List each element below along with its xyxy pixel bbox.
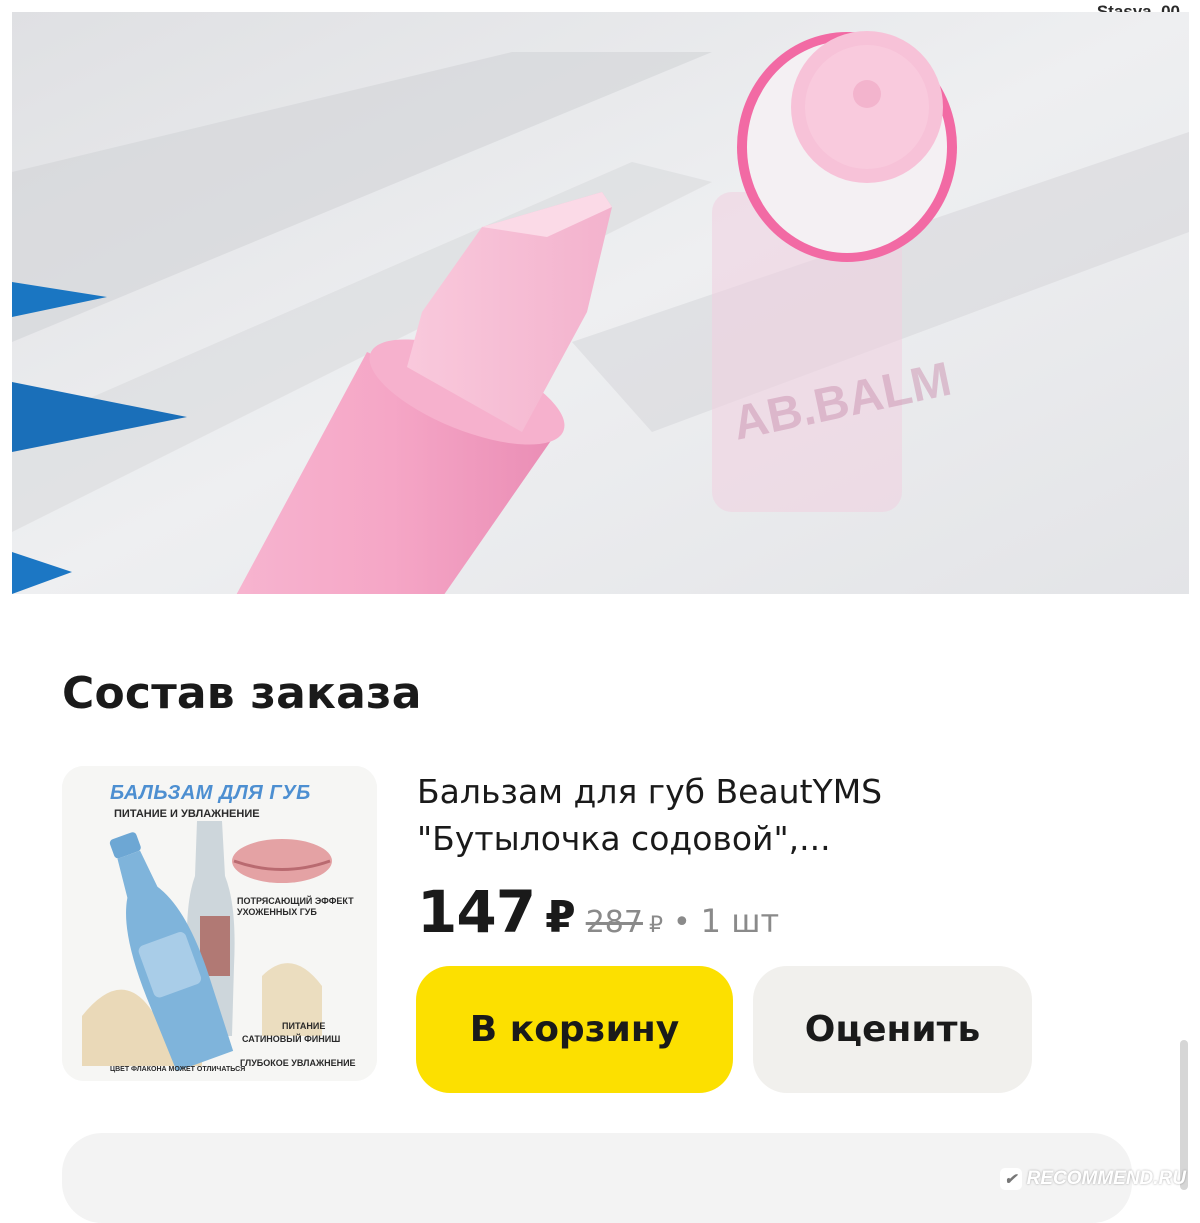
thumbnail-heading: БАЛЬЗАМ ДЛЯ ГУБ	[110, 782, 311, 804]
old-currency-symbol: ₽	[648, 913, 663, 938]
old-price: 287	[585, 905, 643, 940]
product-thumbnail[interactable]: БАЛЬЗАМ ДЛЯ ГУБ ПИТАНИЕ И УВЛАЖНЕНИЕ ПОТ…	[62, 766, 377, 1081]
thumbnail-effect: ПОТРЯСАЮЩИЙ ЭФФЕКТ УХОЖЕННЫХ ГУБ	[237, 896, 354, 917]
recommend-watermark-text: RECOMMEND.RU	[1026, 1168, 1186, 1189]
rate-button[interactable]: Оценить	[753, 966, 1032, 1093]
thumbnail-subheading: ПИТАНИЕ И УВЛАЖНЕНИЕ	[114, 808, 260, 820]
next-card	[62, 1133, 1132, 1223]
recommend-logo-icon: ✔	[999, 1168, 1022, 1190]
thumbnail-footnote: ЦВЕТ ФЛАКОНА МОЖЕТ ОТЛИЧАТЬСЯ	[110, 1066, 246, 1073]
price-row: 147 ₽ 287 ₽ • 1 шт	[417, 878, 779, 946]
section-title: Состав заказа	[62, 668, 422, 719]
thumbnail-feature-3: ГЛУБОКОЕ УВЛАЖНЕНИЕ	[240, 1058, 356, 1068]
recommend-watermark: ✔ RECOMMEND.RU	[999, 1168, 1186, 1190]
add-to-cart-button[interactable]: В корзину	[416, 966, 733, 1093]
thumbnail-feature-1: ПИТАНИЕ	[282, 1021, 326, 1031]
quantity: 1 шт	[700, 902, 780, 940]
review-photo: AB.BALM	[12, 12, 1189, 594]
separator-dot: •	[672, 905, 691, 940]
product-name[interactable]: Бальзам для губ BeautYMS "Бутылочка содо…	[417, 768, 1017, 862]
current-price: 147	[417, 878, 536, 946]
thumbnail-feature-2: САТИНОВЫЙ ФИНИШ	[242, 1034, 341, 1044]
currency-symbol: ₽	[545, 892, 576, 943]
